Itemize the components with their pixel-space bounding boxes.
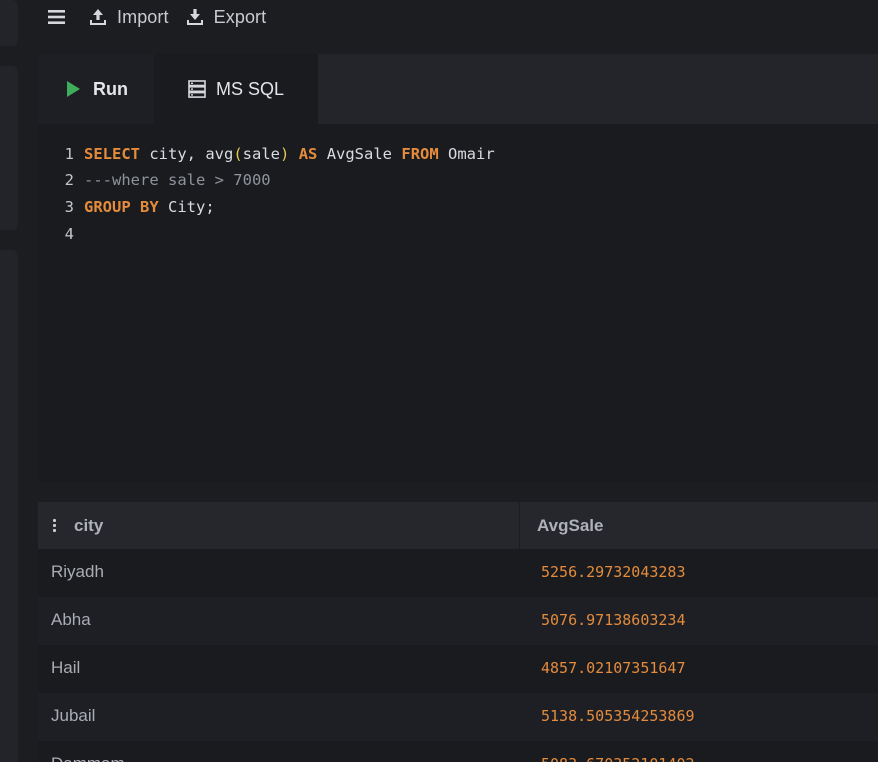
- code-line-1: 1 SELECT city, avg(sale) AS AvgSale FROM …: [38, 141, 495, 167]
- column-header-label: AvgSale: [537, 515, 604, 535]
- keyword: GROUP BY: [84, 198, 159, 216]
- upload-icon: [88, 7, 108, 27]
- import-button[interactable]: Import: [88, 0, 169, 34]
- column-header-city[interactable]: city: [38, 502, 520, 549]
- menu-button[interactable]: [38, 0, 78, 34]
- run-label: Run: [93, 78, 128, 99]
- database-icon: [188, 80, 206, 98]
- paren: ): [280, 145, 290, 163]
- left-panel-bottom: [0, 250, 18, 762]
- cell-avgsale: 5083.670352101402: [541, 741, 695, 762]
- cell-avgsale: 5076.97138603234: [541, 611, 686, 629]
- line-number: 1: [64, 145, 74, 163]
- column-header-label: city: [74, 515, 104, 535]
- hamburger-icon: [48, 10, 65, 24]
- page: Import Export Run MS SQL 1 SELECT city, …: [0, 0, 878, 762]
- download-icon: [185, 7, 205, 27]
- keyword: SELECT: [84, 145, 140, 163]
- table-row: Hail 4857.02107351647: [38, 645, 878, 693]
- code-line-3: 3 GROUP BY City;: [38, 194, 215, 220]
- code-text: AvgSale: [317, 145, 402, 163]
- import-label: Import: [117, 6, 169, 27]
- column-header-avgsale[interactable]: AvgSale: [521, 502, 878, 549]
- database-selector-tab[interactable]: MS SQL: [154, 54, 318, 124]
- left-panel-top: [0, 0, 18, 46]
- cell-avgsale: 4857.02107351647: [541, 659, 686, 677]
- cell-city: Hail: [51, 658, 81, 677]
- code-editor[interactable]: 1 SELECT city, avg(sale) AS AvgSale FROM …: [38, 124, 878, 482]
- line-number: 3: [64, 198, 74, 216]
- export-button[interactable]: Export: [185, 0, 267, 34]
- run-button[interactable]: Run: [38, 54, 154, 124]
- cell-city: Dammam: [51, 741, 125, 762]
- results-table: city AvgSale Riyadh 5256.29732043283 Abh…: [38, 502, 878, 762]
- code-line-4: 4: [38, 221, 84, 247]
- code-text: Omair: [438, 145, 495, 163]
- query-editor-panel: Run MS SQL 1 SELECT city, avg(sale) AS Av…: [38, 54, 878, 482]
- cell-avgsale: 5256.29732043283: [541, 563, 686, 581]
- play-icon: [67, 81, 80, 97]
- paren: (: [233, 145, 243, 163]
- editor-tab-strip: Run MS SQL: [38, 54, 878, 124]
- table-row: Riyadh 5256.29732043283: [38, 549, 878, 597]
- cell-city: Abha: [51, 610, 91, 629]
- table-row: Dammam 5083.670352101402: [38, 741, 878, 762]
- export-label: Export: [213, 6, 267, 27]
- table-header: city AvgSale: [38, 502, 878, 549]
- database-label: MS SQL: [216, 78, 285, 99]
- top-toolbar: Import Export: [38, 0, 878, 34]
- code-text: City;: [158, 198, 215, 216]
- line-number: 4: [64, 225, 74, 243]
- cell-avgsale: 5138.505354253869: [541, 707, 695, 725]
- line-number: 2: [64, 171, 74, 189]
- code-line-2: 2 ---where sale > 7000: [38, 167, 271, 193]
- left-panel-middle: [0, 66, 18, 230]
- cell-city: Riyadh: [51, 562, 104, 581]
- code-text: sale: [242, 145, 280, 163]
- keyword: AS: [298, 145, 318, 163]
- keyword: FROM: [401, 145, 439, 163]
- cell-city: Jubail: [51, 706, 96, 725]
- code-text: city, avg: [140, 145, 234, 163]
- table-row: Abha 5076.97138603234: [38, 597, 878, 645]
- table-row: Jubail 5138.505354253869: [38, 693, 878, 741]
- left-panel-strip: [0, 0, 18, 762]
- code-comment: ---where sale > 7000: [84, 171, 271, 189]
- kebab-icon[interactable]: [52, 518, 56, 533]
